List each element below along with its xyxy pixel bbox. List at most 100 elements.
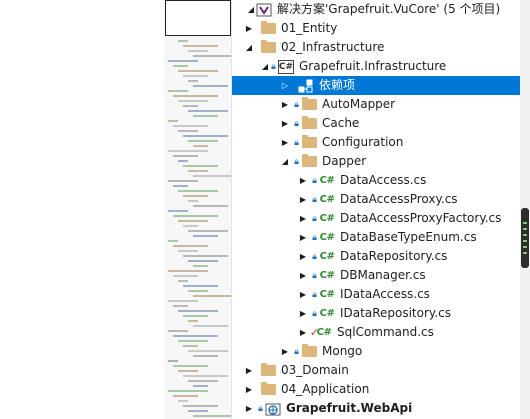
minimap-line [183, 345, 198, 347]
expand-icon[interactable]: ▶ [244, 361, 254, 380]
tree-item-file-modified[interactable]: ▶ ✓ C# SqlCommand.cs [232, 323, 520, 342]
minimap-line [188, 140, 218, 142]
tree-item-file[interactable]: ▶ 🔒︎ C# DataRepository.cs [232, 247, 520, 266]
tree-item-file[interactable]: ▶ 🔒︎ C# DataBaseTypeEnum.cs [232, 228, 520, 247]
minimap-line [168, 270, 208, 272]
csharp-file-icon: C# [319, 270, 335, 281]
tree-item-label: DataAccess.cs [340, 173, 427, 187]
solution-root[interactable]: ◢ 解决方案'Grapefruit.VuCore' (5 个项目) [232, 0, 520, 19]
collapse-icon[interactable]: ◢ [280, 152, 290, 171]
minimap-viewport[interactable] [165, 0, 231, 36]
scroll-marker [523, 222, 527, 224]
expand-icon[interactable]: ▶ [298, 304, 308, 323]
minimap-line [178, 370, 198, 372]
scroll-marker [523, 240, 527, 242]
expand-icon[interactable]: ▶ [244, 19, 254, 38]
minimap-line [188, 50, 208, 52]
tree-item-mongo[interactable]: ▶ 🔒︎ Mongo [232, 342, 520, 361]
expand-icon[interactable]: ▶ [280, 133, 290, 152]
expand-icon[interactable]: ▷ [280, 76, 290, 95]
tree-item-file[interactable]: ▶ 🔒︎ C# DBManager.cs [232, 266, 520, 285]
vertical-scrollbar[interactable] [520, 0, 530, 419]
expand-icon[interactable]: ▶ [244, 380, 254, 399]
minimap-line [193, 265, 208, 267]
minimap-line [178, 160, 188, 162]
minimap-line [188, 230, 228, 232]
expand-icon[interactable]: ▶ [298, 228, 308, 247]
minimap-line [183, 135, 228, 137]
scrollbar-thumb[interactable] [521, 208, 529, 268]
tree-item-infrastructure-project[interactable]: ◢ 🔒︎ C# Grapefruit.Infrastructure [232, 57, 520, 76]
expand-icon[interactable]: ▶ [298, 190, 308, 209]
tree-item-webapi-project[interactable]: ▶ 🔒︎ Grapefruit.WebApi [232, 399, 520, 418]
lock-icon: 🔒︎ [312, 251, 317, 262]
minimap-line [183, 105, 198, 107]
minimap-line [193, 235, 218, 237]
minimap-line [178, 310, 218, 312]
expand-icon[interactable]: ▶ [244, 399, 254, 418]
minimap-line [173, 65, 188, 67]
lock-icon: 🔒︎ [294, 137, 299, 148]
minimap-line [178, 400, 188, 402]
minimap-line [178, 130, 198, 132]
lock-icon: 🔒︎ [312, 232, 317, 243]
minimap-line [173, 125, 208, 127]
lock-icon: 🔒︎ [294, 156, 299, 167]
csharp-file-icon: C# [319, 289, 335, 300]
expand-icon[interactable]: ▶ [280, 342, 290, 361]
tree-item-04-application[interactable]: ▶ 04_Application [232, 380, 520, 399]
expand-icon[interactable]: ▶ [298, 247, 308, 266]
csharp-project-icon: C# [278, 59, 294, 74]
lock-icon: 🔒︎ [271, 61, 276, 72]
tree-item-label: 依赖项 [319, 78, 356, 92]
minimap-line [183, 195, 208, 197]
expand-icon[interactable]: ▶ [298, 209, 308, 228]
tree-item-label: IDataRepository.cs [340, 306, 451, 320]
tree-item-01-entity[interactable]: ▶ 01_Entity [232, 19, 520, 38]
lock-icon: 🔒︎ [312, 289, 317, 300]
folder-icon [260, 21, 276, 37]
minimap-line [168, 180, 198, 182]
folder-icon [301, 154, 317, 170]
tree-item-label: DataAccessProxy.cs [340, 192, 458, 206]
expand-icon[interactable]: ▶ [298, 323, 308, 342]
tree-item-file[interactable]: ▶ 🔒︎ C# DataAccessProxy.cs [232, 190, 520, 209]
collapse-icon[interactable]: ◢ [260, 57, 270, 76]
expand-icon[interactable]: ▶ [280, 114, 290, 133]
expand-icon[interactable]: ▶ [298, 266, 308, 285]
web-project-icon [265, 401, 281, 417]
tree-item-file[interactable]: ▶ 🔒︎ C# IDataRepository.cs [232, 304, 520, 323]
minimap-line [178, 220, 208, 222]
minimap-line [188, 80, 198, 82]
minimap-line [193, 295, 231, 297]
tree-item-automapper[interactable]: ▶ 🔒︎ AutoMapper [232, 95, 520, 114]
folder-icon [301, 344, 317, 360]
minimap-line [173, 275, 198, 277]
collapse-icon[interactable]: ◢ [244, 38, 254, 57]
minimap-line [193, 415, 231, 417]
minimap-line [173, 185, 188, 187]
code-minimap[interactable] [164, 0, 232, 419]
tree-item-03-domain[interactable]: ▶ 03_Domain [232, 361, 520, 380]
folder-icon [301, 116, 317, 132]
tree-item-file[interactable]: ▶ 🔒︎ C# DataAccessProxyFactory.cs [232, 209, 520, 228]
tree-item-label: 02_Infrastructure [281, 40, 385, 54]
minimap-line [188, 290, 208, 292]
tree-item-cache[interactable]: ▶ 🔒︎ Cache [232, 114, 520, 133]
minimap-line [173, 365, 208, 367]
tree-item-file[interactable]: ▶ 🔒︎ C# DataAccess.cs [232, 171, 520, 190]
tree-item-dapper[interactable]: ◢ 🔒︎ Dapper [232, 152, 520, 171]
minimap-line [178, 340, 208, 342]
tree-item-configuration[interactable]: ▶ 🔒︎ Configuration [232, 133, 520, 152]
tree-item-dependencies[interactable]: ▷ 依赖项 [232, 76, 520, 95]
expand-icon[interactable]: ▶ [298, 171, 308, 190]
expand-icon[interactable]: ▶ [280, 95, 290, 114]
expand-icon[interactable]: ▶ [298, 285, 308, 304]
tree-item-file[interactable]: ▶ 🔒︎ C# IDataAccess.cs [232, 285, 520, 304]
dependencies-icon [298, 78, 314, 94]
minimap-line [183, 285, 218, 287]
collapse-icon[interactable]: ◢ [246, 0, 256, 19]
minimap-line [183, 165, 218, 167]
tree-item-02-infrastructure[interactable]: ◢ 02_Infrastructure [232, 38, 520, 57]
scroll-marker [523, 252, 527, 254]
